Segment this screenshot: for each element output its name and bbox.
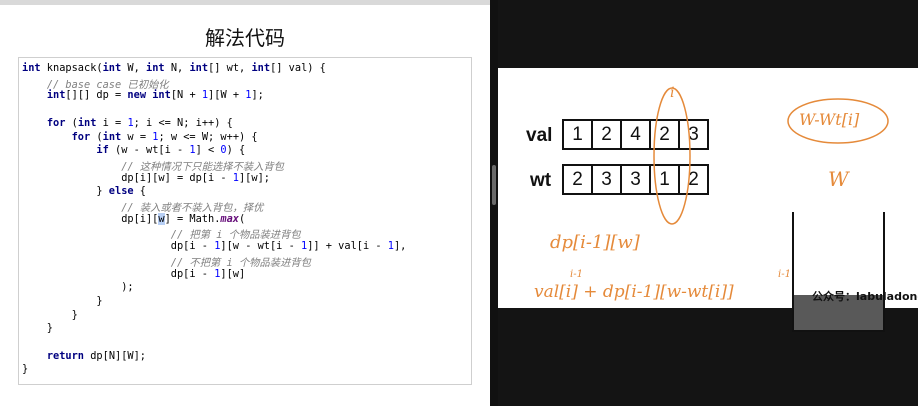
code-token: for [46, 116, 66, 129]
code-token: ; i <= N; i++) { [133, 116, 233, 129]
code-token: ); [22, 281, 134, 294]
slide-title: 解法代码 [205, 26, 285, 50]
code-line: if (w - wt[i - 1] < 0) { [22, 144, 245, 156]
code-token: new [127, 89, 147, 102]
code-token: int [102, 62, 122, 74]
knapsack-capacity-note: W-Wt[i] [799, 110, 860, 129]
code-token: ( [239, 212, 246, 225]
code-token: dp[i][w] = dp[i - [22, 171, 233, 184]
code-token: ][w - wt[i - [220, 240, 301, 253]
code-token: int [146, 62, 165, 74]
code-token: else [108, 185, 134, 198]
code-token: for [71, 130, 91, 143]
subscript-note-1: i-1 [570, 269, 583, 280]
capacity-w-note: W [828, 167, 849, 191]
code-token: ][w] [220, 267, 246, 280]
code-token: [][] dp = [65, 89, 128, 102]
code-token: ]] + val[i - [307, 240, 388, 253]
code-token: } [22, 322, 53, 335]
whiteboard-canvas: val wt 12423 23312 i W-Wt[i] W dp[i-1][w… [498, 68, 918, 332]
code-token: [] val) { [270, 62, 326, 74]
code-token: { [133, 185, 147, 198]
selection-circle [653, 87, 691, 225]
code-token: dp[i - [22, 240, 215, 253]
code-token: } [22, 308, 78, 321]
window-top-bar [0, 0, 490, 5]
knapsack-container [792, 212, 885, 332]
formula-note: val[i] + dp[i-1][w-wt[i]] [534, 282, 734, 302]
code-token: int [102, 130, 122, 143]
code-token: dp[N][W]; [84, 349, 147, 362]
code-line: } [22, 294, 103, 307]
code-token: ; w <= W; w++) { [158, 130, 258, 143]
code-token: i = [96, 116, 128, 129]
code-token: knapsack( [40, 62, 103, 74]
code-token: w = [121, 130, 153, 143]
code-token: } [22, 363, 29, 376]
code-token: int [46, 89, 66, 102]
subscript-note-2: i-1 [778, 269, 791, 280]
code-token: (w - wt[i - [108, 144, 190, 157]
code-token: ][W + [208, 89, 246, 102]
code-line: dp[i - 1][w - wt[i - 1]] + val[i - 1], [22, 240, 407, 253]
code-token: ][w]; [238, 171, 270, 184]
code-token: W, [121, 62, 147, 74]
code-line: for (int i = 1; i <= N; i++) { [22, 117, 233, 129]
code-token: [N + [170, 89, 202, 102]
code-slide: 解法代码 int knapsack(int W, int N, int[] wt… [0, 0, 490, 406]
code-token: ( [65, 116, 78, 129]
code-line: } [22, 322, 53, 334]
code-token: max [220, 212, 239, 225]
code-token: return [46, 349, 85, 362]
code-token: ] < [195, 144, 221, 157]
code-block: int knapsack(int W, int N, int[] wt, int… [18, 57, 472, 385]
code-line: } [22, 309, 78, 321]
code-line: for (int w = 1; w <= W; w++) { [22, 131, 258, 143]
code-line: dp[i][w] = dp[i - 1][w]; [22, 172, 270, 184]
code-line: } [22, 363, 28, 375]
watermark-credit: 公众号：labuladong [812, 290, 918, 303]
index-i-mark: i [670, 85, 675, 101]
code-token: dp[i - [22, 267, 215, 280]
code-token: int [77, 116, 97, 129]
dp-note: dp[i-1][w] [550, 232, 640, 253]
code-token: ( [90, 130, 103, 143]
code-token: int [22, 62, 41, 74]
code-line: } else { [22, 185, 146, 197]
code-line: int[][] dp = new int[N + 1][W + 1]; [22, 89, 264, 101]
code-token: N, [164, 62, 190, 74]
code-token: } [22, 185, 109, 198]
code-token: ] = Math. [164, 212, 221, 225]
code-token: int [251, 62, 271, 74]
whiteboard-panel: val wt 12423 23312 i W-Wt[i] W dp[i-1][w… [498, 0, 918, 406]
split-drag-handle[interactable] [492, 165, 496, 205]
code-line: return dp[N][W]; [22, 350, 146, 362]
code-token: ]; [251, 89, 264, 102]
code-token: int [189, 62, 209, 74]
code-token: dp[i][ [22, 212, 159, 225]
code-token: ) { [226, 144, 246, 157]
code-line: ); [22, 281, 134, 294]
code-token: } [22, 294, 103, 307]
code-line: int knapsack(int W, int N, int[] wt, int… [22, 62, 326, 74]
code-line: dp[i][w] = Math.max( [22, 212, 246, 225]
code-token: ], [393, 240, 407, 253]
code-token: if [96, 144, 109, 157]
code-token: int [152, 89, 171, 102]
code-token: [] wt, [208, 62, 252, 74]
code-line: dp[i - 1][w] [22, 268, 245, 280]
